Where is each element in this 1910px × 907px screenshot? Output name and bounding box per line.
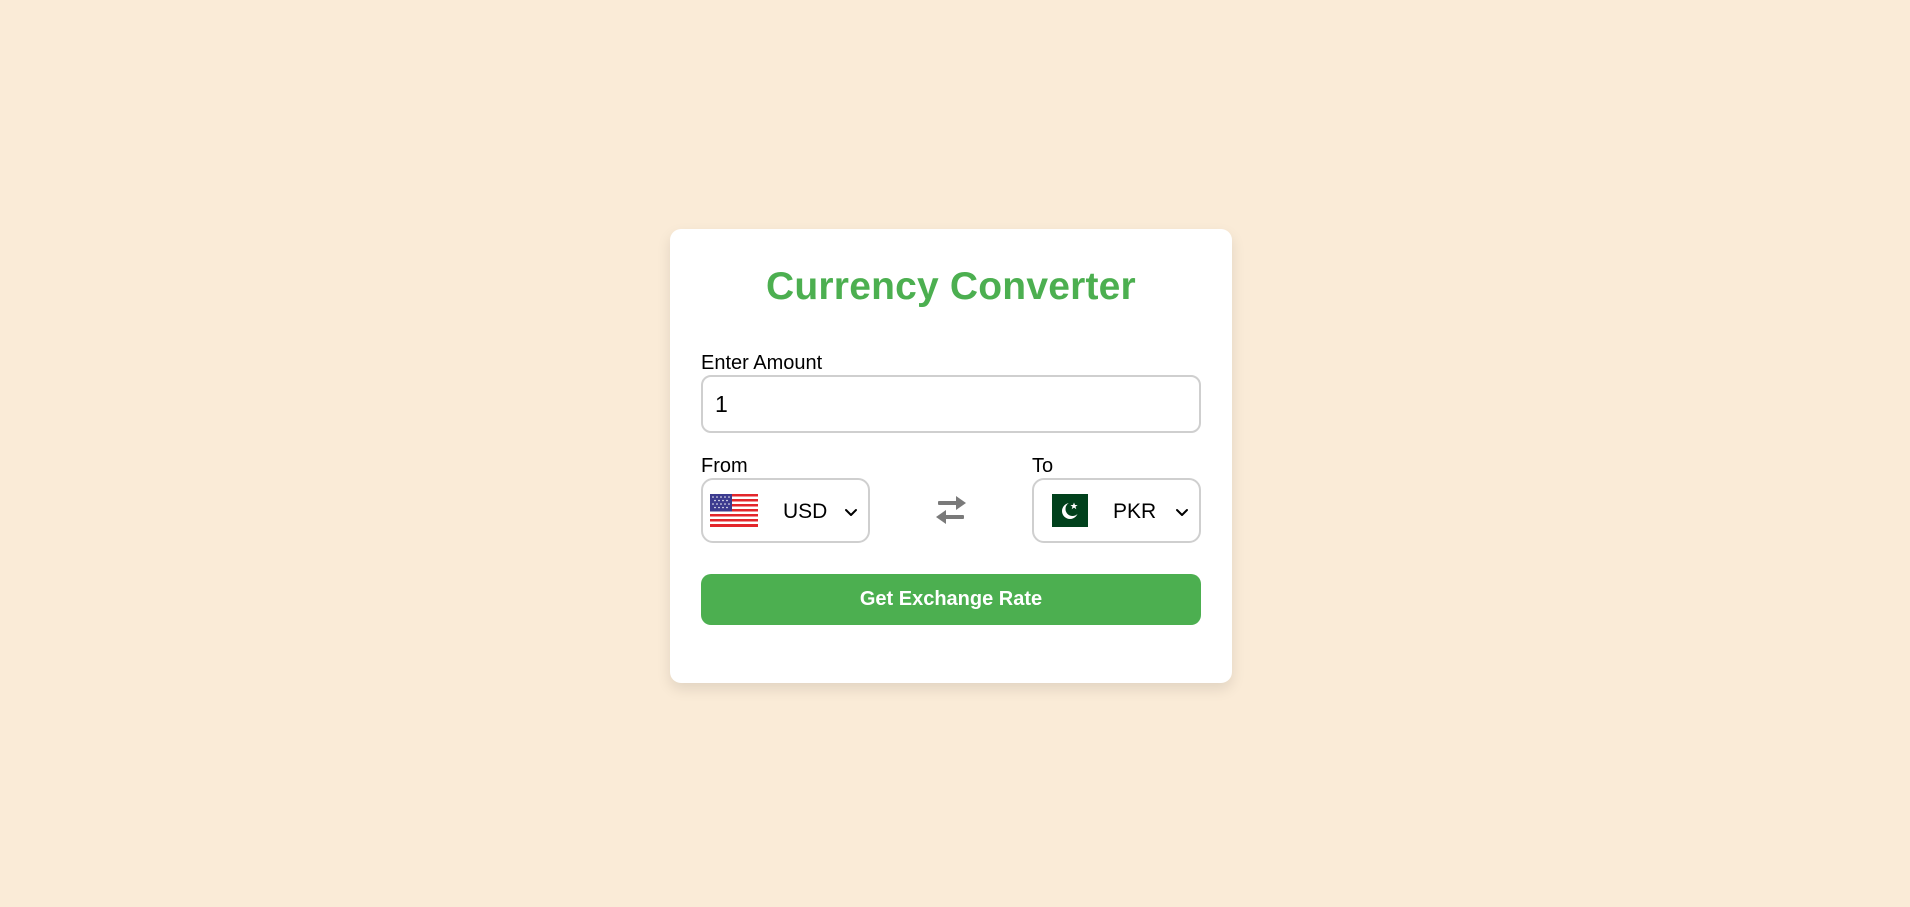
amount-input[interactable] — [701, 375, 1201, 433]
chevron-down-icon — [845, 509, 857, 516]
to-label: To — [1032, 455, 1054, 477]
pk-flag-icon — [1052, 494, 1088, 527]
converter-card: Currency Converter Enter Amount From — [670, 229, 1232, 683]
us-flag-icon — [710, 494, 758, 527]
chevron-down-icon — [1176, 509, 1188, 516]
swap-arrows-icon[interactable] — [934, 493, 968, 527]
from-currency-code: USD — [783, 500, 828, 523]
to-currency-code: PKR — [1113, 500, 1157, 523]
page: Currency Converter Enter Amount From — [0, 0, 1910, 907]
get-exchange-rate-button[interactable]: Get Exchange Rate — [701, 574, 1201, 625]
amount-label: Enter Amount — [701, 352, 823, 374]
from-currency-select[interactable]: USD — [701, 478, 870, 543]
page-title: Currency Converter — [766, 265, 1136, 308]
from-label: From — [701, 455, 748, 477]
to-currency-select[interactable]: PKR — [1032, 478, 1201, 543]
